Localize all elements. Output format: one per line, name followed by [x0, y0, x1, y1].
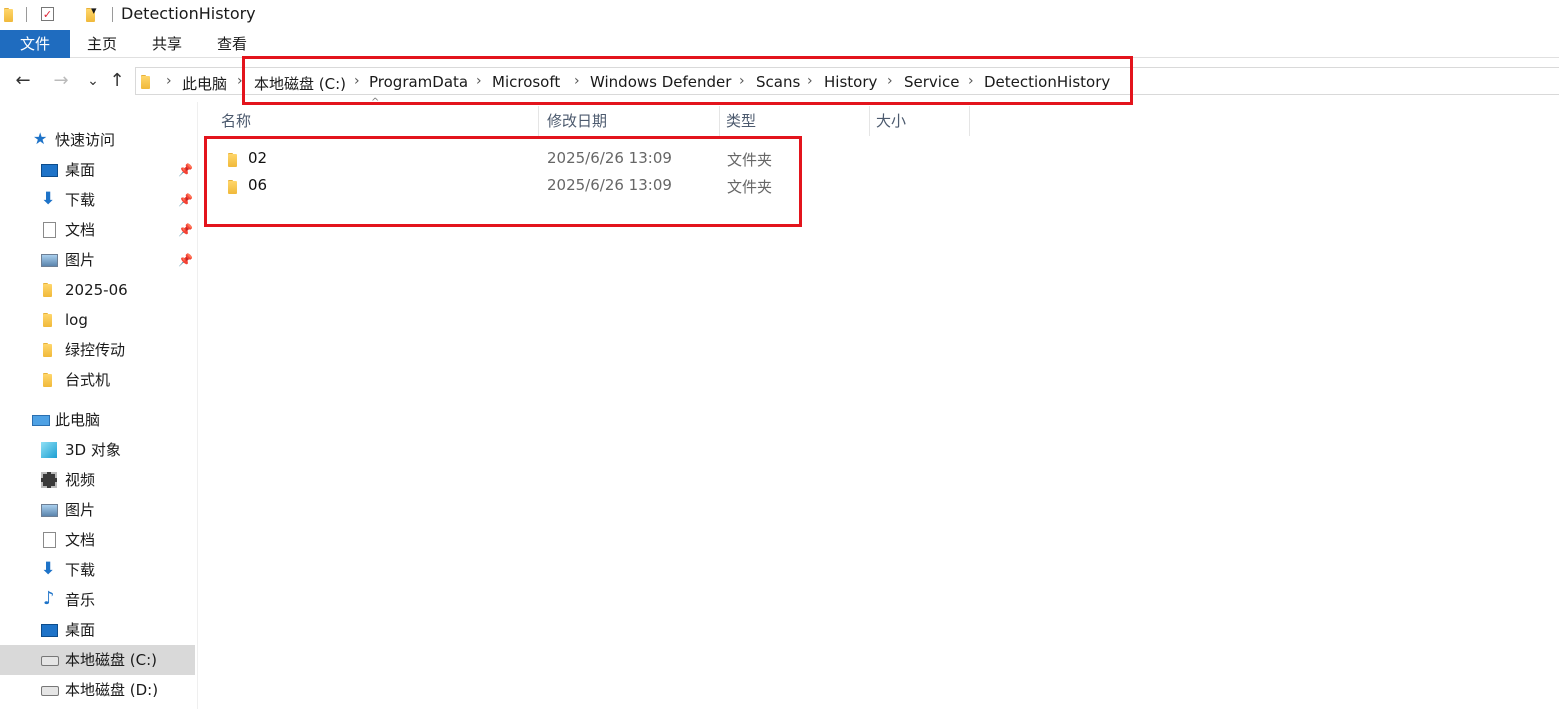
folder-icon	[41, 281, 55, 297]
sidebar-divider	[197, 102, 198, 709]
up-arrow-icon[interactable]: ↑	[106, 70, 128, 92]
column-name[interactable]: 名称	[221, 106, 251, 136]
sidebar-item-drive-c[interactable]: 本地磁盘 (C:)	[0, 645, 195, 675]
picture-icon	[41, 254, 58, 267]
music-icon: ♪	[43, 588, 55, 609]
drive-c-icon	[41, 656, 59, 666]
computer-icon	[32, 415, 50, 426]
sidebar-item-lvkong[interactable]: 绿控传动	[41, 335, 197, 365]
pin-icon[interactable]: 📌	[178, 193, 193, 207]
star-icon: ★	[33, 129, 48, 148]
sidebar-item-log[interactable]: log	[41, 305, 197, 335]
sidebar-item-quick-access[interactable]: ★ 快速访问	[32, 125, 192, 155]
sidebar-item-downloads-pc[interactable]: ⬇ 下载	[41, 555, 197, 585]
tab-file[interactable]: 文件	[0, 30, 70, 58]
sidebar-item-downloads[interactable]: ⬇ 下载 📌	[41, 185, 197, 215]
sidebar-item-desktop-pc[interactable]: 台式机	[41, 365, 197, 395]
forward-arrow-icon[interactable]: →	[50, 70, 72, 92]
folder-icon	[41, 371, 55, 387]
sidebar-item-music[interactable]: ♪ 音乐	[41, 585, 197, 615]
properties-icon[interactable]: ✓	[41, 7, 54, 21]
column-separator[interactable]	[719, 106, 720, 136]
customize-quick-access-icon[interactable]: ▾	[91, 4, 97, 17]
folder-icon	[139, 73, 153, 89]
tab-view[interactable]: 查看	[206, 30, 258, 58]
folder-icon	[41, 311, 55, 327]
column-date-modified[interactable]: 修改日期	[547, 106, 607, 136]
sidebar-item-pictures[interactable]: 图片 📌	[41, 245, 197, 275]
sidebar-item-3d-objects[interactable]: 3D 对象	[41, 435, 197, 465]
video-icon	[41, 472, 57, 488]
recent-locations-icon[interactable]: ⌄	[82, 70, 104, 92]
window-title: DetectionHistory	[121, 4, 256, 23]
column-separator[interactable]	[869, 106, 870, 136]
sidebar-item-desktop[interactable]: 桌面 📌	[41, 155, 197, 185]
document-icon	[43, 532, 56, 548]
column-separator[interactable]	[969, 106, 970, 136]
files-highlight-box	[204, 136, 802, 227]
3d-objects-icon	[41, 442, 57, 458]
download-icon: ⬇	[41, 559, 56, 579]
pin-icon[interactable]: 📌	[178, 223, 193, 237]
title-bar: ✓ ▾ DetectionHistory	[0, 0, 1559, 30]
sidebar-item-drive-d[interactable]: 本地磁盘 (D:)	[41, 675, 197, 705]
sidebar-item-documents[interactable]: 文档 📌	[41, 215, 197, 245]
navigation-pane: ★ 快速访问 桌面 📌 ⬇ 下载 📌 文档 📌 图片 📌 2025-06 log…	[0, 120, 197, 709]
document-icon	[43, 222, 56, 238]
chevron-right-icon[interactable]: ›	[166, 73, 172, 89]
sidebar-item-pictures-pc[interactable]: 图片	[41, 495, 197, 525]
sidebar-item-documents-pc[interactable]: 文档	[41, 525, 197, 555]
sidebar-item-this-pc[interactable]: 此电脑	[32, 405, 192, 435]
picture-icon	[41, 504, 58, 517]
desktop-icon	[41, 164, 58, 177]
breadcrumb-this-pc[interactable]: 此电脑	[182, 73, 227, 94]
ribbon-tabs: 文件 主页 共享 查看	[0, 30, 1559, 58]
pin-icon[interactable]: 📌	[178, 163, 193, 177]
desktop-icon	[41, 624, 58, 637]
tab-home[interactable]: 主页	[76, 30, 128, 58]
sidebar-item-desktop-pc2[interactable]: 桌面	[41, 615, 197, 645]
folder-icon	[2, 6, 16, 22]
separator	[112, 7, 113, 22]
sidebar-item-2025-06[interactable]: 2025-06	[41, 275, 197, 305]
separator	[26, 7, 27, 22]
column-header: 名称 修改日期 类型 大小	[198, 106, 1559, 136]
drive-d-icon	[41, 686, 59, 696]
download-icon: ⬇	[41, 189, 56, 209]
folder-icon	[41, 341, 55, 357]
column-size[interactable]: 大小	[876, 106, 906, 136]
tab-share[interactable]: 共享	[141, 30, 193, 58]
column-type[interactable]: 类型	[726, 106, 756, 136]
sidebar-item-videos[interactable]: 视频	[41, 465, 197, 495]
column-separator[interactable]	[538, 106, 539, 136]
pin-icon[interactable]: 📌	[178, 253, 193, 267]
back-arrow-icon[interactable]: ←	[12, 70, 34, 92]
